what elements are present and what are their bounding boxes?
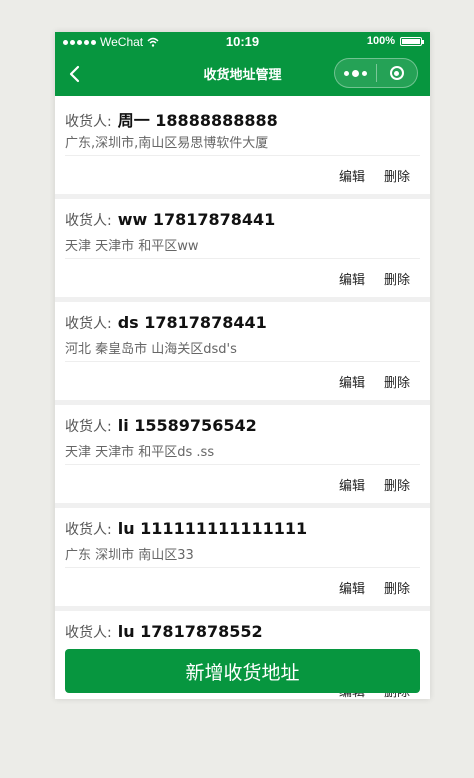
- consignee-name-phone: li 15589756542: [117, 416, 257, 435]
- mini-program-capsule: [334, 58, 418, 88]
- edit-button[interactable]: 编辑: [339, 578, 365, 597]
- consignee-label: 收货人:: [65, 522, 112, 538]
- address-text: 广东 深圳市 南山区33: [65, 548, 194, 563]
- delete-button[interactable]: 删除: [384, 578, 410, 597]
- edit-button[interactable]: 编辑: [339, 269, 365, 288]
- address-card: 收货人: 周一 18888888888 广东,深圳市,南山区易思博软件大厦 编辑…: [55, 96, 430, 194]
- delete-button[interactable]: 删除: [384, 475, 410, 494]
- address-card: 收货人: ww 17817878441 天津 天津市 和平区ww 编辑 删除: [55, 199, 430, 297]
- address-card: 收货人: ds 17817878441 河北 秦皇岛市 山海关区dsd's 编辑…: [55, 302, 430, 400]
- consignee-label: 收货人:: [65, 213, 112, 229]
- consignee-label: 收货人:: [65, 316, 112, 332]
- close-button[interactable]: [377, 59, 417, 87]
- address-list: 收货人: 周一 18888888888 广东,深圳市,南山区易思博软件大厦 编辑…: [55, 96, 430, 699]
- address-text: 天津 天津市 和平区ds .ss: [65, 445, 215, 460]
- battery-icon: [400, 36, 424, 46]
- status-bar: WeChat 10:19 100%: [55, 32, 430, 52]
- consignee-name-phone: ds 17817878441: [117, 313, 267, 332]
- delete-button[interactable]: 删除: [384, 372, 410, 391]
- address-text: 天津 天津市 和平区ww: [65, 239, 199, 254]
- add-address-button[interactable]: 新增收货地址: [65, 649, 420, 693]
- consignee-name-phone: ww 17817878441: [117, 210, 276, 229]
- consignee-label: 收货人:: [65, 114, 112, 130]
- divider: [65, 155, 420, 156]
- more-button[interactable]: [335, 59, 376, 87]
- nav-bar: 收货地址管理: [55, 52, 430, 96]
- delete-button[interactable]: 删除: [384, 269, 410, 288]
- divider: [65, 361, 420, 362]
- address-text: 广东,深圳市,南山区易思博软件大厦: [65, 136, 269, 151]
- consignee-label: 收货人:: [65, 625, 112, 641]
- battery-percent: 100%: [366, 35, 395, 47]
- status-right: 100%: [366, 35, 424, 47]
- address-card: 收货人: lu 111111111111111 广东 深圳市 南山区33 编辑 …: [55, 508, 430, 606]
- more-dots-icon: [344, 70, 349, 76]
- consignee-label: 收货人:: [65, 419, 112, 435]
- consignee-name-phone: 周一 18888888888: [117, 111, 278, 130]
- edit-button[interactable]: 编辑: [339, 372, 365, 391]
- edit-button[interactable]: 编辑: [339, 475, 365, 494]
- delete-button[interactable]: 删除: [384, 166, 410, 185]
- divider: [65, 258, 420, 259]
- consignee-name-phone: lu 111111111111111: [117, 519, 308, 538]
- edit-button[interactable]: 编辑: [339, 166, 365, 185]
- divider: [65, 567, 420, 568]
- address-card: 收货人: li 15589756542 天津 天津市 和平区ds .ss 编辑 …: [55, 405, 430, 503]
- consignee-name-phone: lu 17817878552: [117, 622, 263, 641]
- divider: [65, 464, 420, 465]
- phone-frame: WeChat 10:19 100% 收货地址管理 收货人: 周一 1888888…: [55, 32, 430, 699]
- address-text: 河北 秦皇岛市 山海关区dsd's: [65, 342, 237, 357]
- target-icon: [389, 66, 404, 80]
